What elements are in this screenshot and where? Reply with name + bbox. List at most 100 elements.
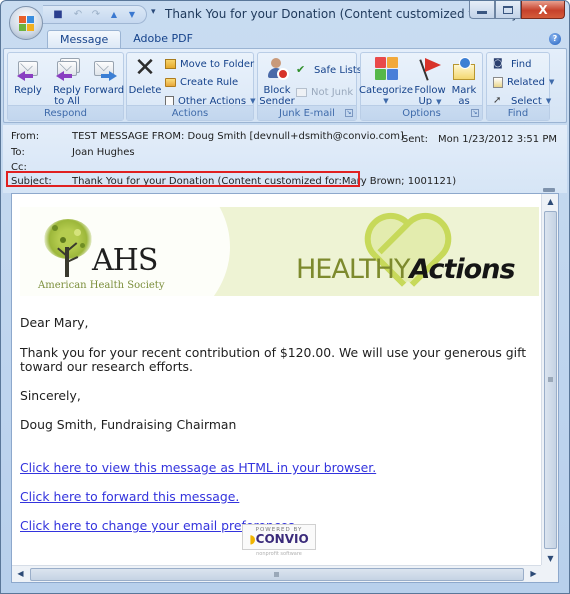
tab-message[interactable]: Message: [47, 30, 122, 48]
to-value[interactable]: Joan Hughes: [72, 147, 135, 158]
campaign-part-1: HEALTHY: [296, 254, 410, 285]
header-banner: AHS American Health Society HEALTHYActio…: [20, 207, 539, 296]
forward-message-link[interactable]: Click here to forward this message.: [20, 489, 239, 504]
dialog-launcher-icon[interactable]: ↘: [345, 109, 353, 117]
related-icon: [493, 76, 503, 88]
undo-icon[interactable]: ↶: [71, 8, 85, 22]
convio-logo: ◗CONVIO: [243, 533, 315, 546]
view-as-html-link[interactable]: Click here to view this message as HTML …: [20, 460, 376, 475]
scroll-right-icon[interactable]: ▶: [525, 566, 542, 582]
from-value[interactable]: TEST MESSAGE FROM: Doug Smith [devnull+d…: [72, 131, 404, 142]
from-label: From:: [11, 131, 40, 142]
office-logo-icon: [19, 16, 35, 32]
close-button[interactable]: X: [521, 1, 565, 19]
minimize-button[interactable]: [469, 1, 495, 19]
create-rule-icon: [165, 77, 176, 87]
reply-all-button[interactable]: Reply to All: [50, 56, 84, 107]
convio-tagline: nonprofit software: [256, 551, 302, 557]
title-bar: ■ ↶ ↷ ▲ ▼ ▾ Thank You for your Donation …: [1, 1, 569, 40]
org-abbreviation: AHS: [92, 243, 158, 278]
help-icon[interactable]: ?: [549, 33, 561, 45]
follow-up-button[interactable]: Follow Up ▼: [414, 56, 446, 108]
find-button[interactable]: ◙ Find: [493, 56, 532, 72]
group-label-actions: Actions: [127, 105, 253, 120]
delete-button[interactable]: ✕ Delete: [129, 53, 162, 96]
create-rule-label: Create Rule: [180, 76, 239, 88]
move-to-folder-icon: [165, 59, 176, 69]
maximize-button[interactable]: [495, 1, 521, 19]
safe-lists-icon: ✔: [296, 63, 306, 76]
greeting: Dear Mary,: [20, 315, 89, 330]
signature: Doug Smith, Fundraising Chairman: [20, 417, 237, 432]
group-label-junk-email: Junk E-mail: [258, 105, 356, 120]
group-label-options: Options: [361, 105, 482, 120]
convio-brand: CONVIO: [255, 532, 309, 546]
delete-icon: ✕: [134, 53, 156, 83]
message-header: From: TEST MESSAGE FROM: Doug Smith [dev…: [3, 125, 567, 193]
tab-adobe-pdf[interactable]: Adobe PDF: [121, 30, 205, 48]
previous-item-icon[interactable]: ▲: [107, 8, 121, 22]
scroll-up-icon[interactable]: ▲: [542, 194, 559, 210]
forward-label: Forward: [83, 85, 125, 96]
categorize-icon: [373, 56, 399, 82]
sent-value: Mon 1/23/2012 3:51 PM: [437, 134, 557, 145]
mark-unread-label-1: Mark as: [451, 85, 477, 107]
reply-icon: [15, 56, 41, 82]
customize-toolbar-icon[interactable]: ▾: [151, 7, 156, 17]
group-label-find: Find: [487, 105, 549, 120]
group-options: Categorize ▼ Follow Up▼ Mark as Unread: [359, 52, 483, 121]
split-handle[interactable]: [543, 188, 555, 192]
office-button[interactable]: [9, 6, 43, 40]
group-label-respond: Respond: [8, 105, 123, 120]
group-actions: ✕ Delete Move to Folder▼ Create Rule Oth…: [126, 52, 264, 121]
sent-label: Sent:: [401, 134, 428, 145]
quick-access-toolbar: ■ ↶ ↷ ▲ ▼: [43, 5, 147, 24]
vertical-scroll-thumb[interactable]: [544, 211, 557, 549]
ribbon: Reply Reply to All Forward Respond ✕ Del…: [3, 48, 567, 123]
powered-by-convio-badge[interactable]: POWERED BY ◗CONVIO: [242, 524, 316, 550]
chevron-down-icon: ▼: [250, 97, 256, 105]
maximize-icon: [503, 5, 513, 14]
redo-icon[interactable]: ↷: [89, 8, 103, 22]
block-sender-button[interactable]: Block Sender: [259, 56, 295, 107]
forward-button[interactable]: Forward: [83, 56, 125, 96]
categorize-button[interactable]: Categorize ▼: [359, 56, 413, 107]
move-to-folder-button[interactable]: Move to Folder▼: [165, 56, 264, 72]
outlook-message-window: ■ ↶ ↷ ▲ ▼ ▾ Thank You for your Donation …: [0, 0, 570, 594]
dialog-launcher-icon[interactable]: ↘: [471, 109, 479, 117]
not-junk-icon: [296, 87, 307, 97]
chevron-down-icon: ▼: [548, 78, 555, 86]
follow-up-flag-icon: [417, 56, 443, 82]
message-content: AHS American Health Society HEALTHYActio…: [12, 194, 542, 567]
group-junk-email: Block Sender ✔ Safe Lists▼ Not Junk Junk…: [257, 52, 371, 121]
move-to-folder-label: Move to Folder: [180, 58, 255, 70]
ribbon-tabs: Message Adobe PDF: [47, 30, 205, 48]
reply-button[interactable]: Reply: [12, 56, 44, 96]
reply-all-label-1: Reply: [53, 85, 81, 96]
not-junk-button[interactable]: Not Junk: [296, 84, 353, 100]
body-line-2: toward our research efforts.: [20, 359, 193, 374]
next-item-icon[interactable]: ▼: [125, 8, 139, 22]
body-line-1: Thank you for your recent contribution o…: [20, 345, 527, 360]
horizontal-scroll-thumb[interactable]: [30, 568, 524, 581]
chevron-down-icon: ▼: [545, 97, 552, 105]
horizontal-scrollbar[interactable]: ◀ ▶: [12, 565, 542, 582]
campaign-part-2: Actions: [409, 254, 515, 285]
minimize-icon: [477, 11, 487, 14]
ahs-tree-logo-icon: [38, 217, 98, 279]
scrollbar-corner: [541, 565, 558, 582]
create-rule-button[interactable]: Create Rule: [165, 74, 238, 90]
campaign-logo: HEALTHYActions: [296, 254, 516, 285]
close-icon: X: [538, 2, 548, 17]
safe-lists-label: Safe Lists: [314, 64, 363, 76]
subject-highlight-box: [6, 171, 360, 187]
mark-unread-icon: [451, 56, 477, 82]
scroll-left-icon[interactable]: ◀: [12, 566, 29, 582]
related-button[interactable]: Related ▼: [493, 74, 554, 90]
save-icon[interactable]: ■: [51, 8, 65, 22]
closing: Sincerely,: [20, 388, 81, 403]
block-sender-label-1: Block: [263, 85, 291, 96]
vertical-scrollbar[interactable]: ▲ ▼: [541, 194, 558, 567]
binoculars-icon: ◙: [493, 58, 503, 69]
message-body-pane: AHS American Health Society HEALTHYActio…: [11, 188, 559, 583]
